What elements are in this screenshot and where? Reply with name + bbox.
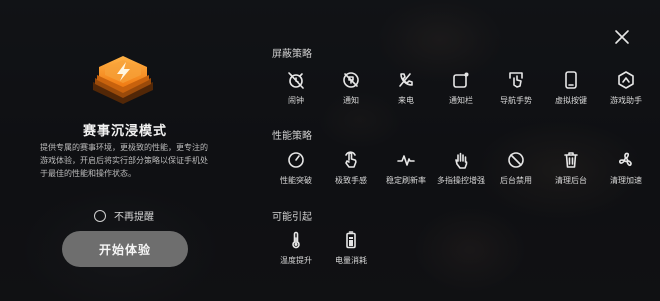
shield-item-label: 闹钟 — [288, 96, 304, 105]
performance-item-touch[interactable]: 极致手感 — [324, 150, 378, 186]
performance-item-label: 性能突破 — [280, 176, 312, 185]
shield-item-label: 导航手势 — [500, 96, 532, 105]
close-icon[interactable] — [613, 28, 631, 46]
game-assistant-icon — [618, 71, 634, 89]
trash-icon — [564, 152, 578, 168]
performance-item-breakthrough[interactable]: 性能突破 — [269, 150, 323, 186]
refresh-rate-icon — [397, 155, 415, 166]
performance-item-clean-boost[interactable]: 清理加速 — [599, 150, 653, 186]
background-disabled-icon — [508, 152, 524, 168]
mode-title: 赛事沉浸模式 — [82, 124, 167, 139]
effects-item-label: 温度提升 — [280, 256, 312, 265]
shield-item-label: 游戏助手 — [610, 96, 642, 105]
performance-item-label: 清理加速 — [610, 176, 642, 185]
performance-item-label: 稳定刷新率 — [386, 176, 426, 185]
shield-item-game-assistant[interactable]: 游戏助手 — [599, 70, 653, 106]
alarm-off-icon — [288, 72, 304, 89]
shield-item-label: 通知 — [343, 96, 359, 105]
touch-hand-icon — [345, 151, 357, 168]
performance-item-refresh-rate[interactable]: 稳定刷新率 — [379, 150, 433, 186]
call-off-icon — [399, 73, 413, 87]
notification-bar-icon — [453, 72, 469, 88]
shield-item-label: 来电 — [398, 96, 414, 105]
performance-item-clear-background[interactable]: 清理后台 — [544, 150, 598, 186]
effects-item-label: 电量消耗 — [335, 256, 367, 265]
multi-finger-icon — [455, 152, 468, 169]
dont-remind-option[interactable]: 不再提醒 — [94, 208, 154, 223]
performance-item-label: 后台禁用 — [500, 176, 532, 185]
effects-item-temperature: 温度提升 — [269, 230, 323, 266]
lightning-badge-icon — [87, 50, 159, 116]
battery-icon — [346, 231, 356, 249]
thermometer-icon — [292, 231, 300, 249]
shield-item-label: 通知栏 — [449, 96, 473, 105]
performance-item-label: 极致手感 — [335, 176, 367, 185]
mode-intro-panel: 赛事沉浸模式 提供专属的赛事环境，更极致的性能，更专注的游戏体验，开启后将实行部… — [0, 0, 250, 301]
virtual-keys-icon — [565, 71, 577, 89]
effects-item-battery: 电量消耗 — [324, 230, 378, 266]
shield-item-alarm[interactable]: 闹钟 — [269, 70, 323, 106]
mode-description: 提供专属的赛事环境，更极致的性能，更专注的游戏体验，开启后将实行部分策略以保证手… — [40, 143, 208, 178]
notification-off-icon — [343, 72, 359, 88]
effects-section-title: 可能引起 — [272, 212, 312, 223]
navigation-gesture-icon — [509, 72, 523, 88]
performance-item-label: 清理后台 — [555, 176, 587, 185]
shield-item-notification[interactable]: 通知 — [324, 70, 378, 106]
shield-item-virtual-keys[interactable]: 虚拟按键 — [544, 70, 598, 106]
effects-grid: 温度提升 电量消耗 — [272, 230, 647, 270]
shield-item-label: 虚拟按键 — [555, 96, 587, 105]
performance-gauge-icon — [288, 152, 304, 168]
shield-grid: 闹钟 通知 来电 通知栏 导航手势 虚拟按键 游戏助手 — [272, 70, 647, 110]
performance-item-label: 多指操控增强 — [437, 176, 485, 185]
shield-item-notification-bar[interactable]: 通知栏 — [434, 70, 488, 106]
performance-item-background-disabled[interactable]: 后台禁用 — [489, 150, 543, 186]
fan-icon — [618, 152, 632, 167]
dont-remind-label: 不再提醒 — [114, 212, 154, 223]
performance-section-title: 性能策略 — [272, 131, 312, 142]
shield-item-call[interactable]: 来电 — [379, 70, 433, 106]
performance-item-multi-finger[interactable]: 多指操控增强 — [434, 150, 488, 186]
shield-item-navigation-gesture[interactable]: 导航手势 — [489, 70, 543, 106]
start-experience-button[interactable]: 开始体验 — [62, 231, 188, 267]
shield-section-title: 屏蔽策略 — [272, 49, 312, 60]
dont-remind-radio[interactable] — [94, 209, 106, 222]
performance-grid: 性能突破 极致手感 稳定刷新率 多指操控增强 后台禁用 清理后台 清理加速 — [272, 150, 647, 190]
